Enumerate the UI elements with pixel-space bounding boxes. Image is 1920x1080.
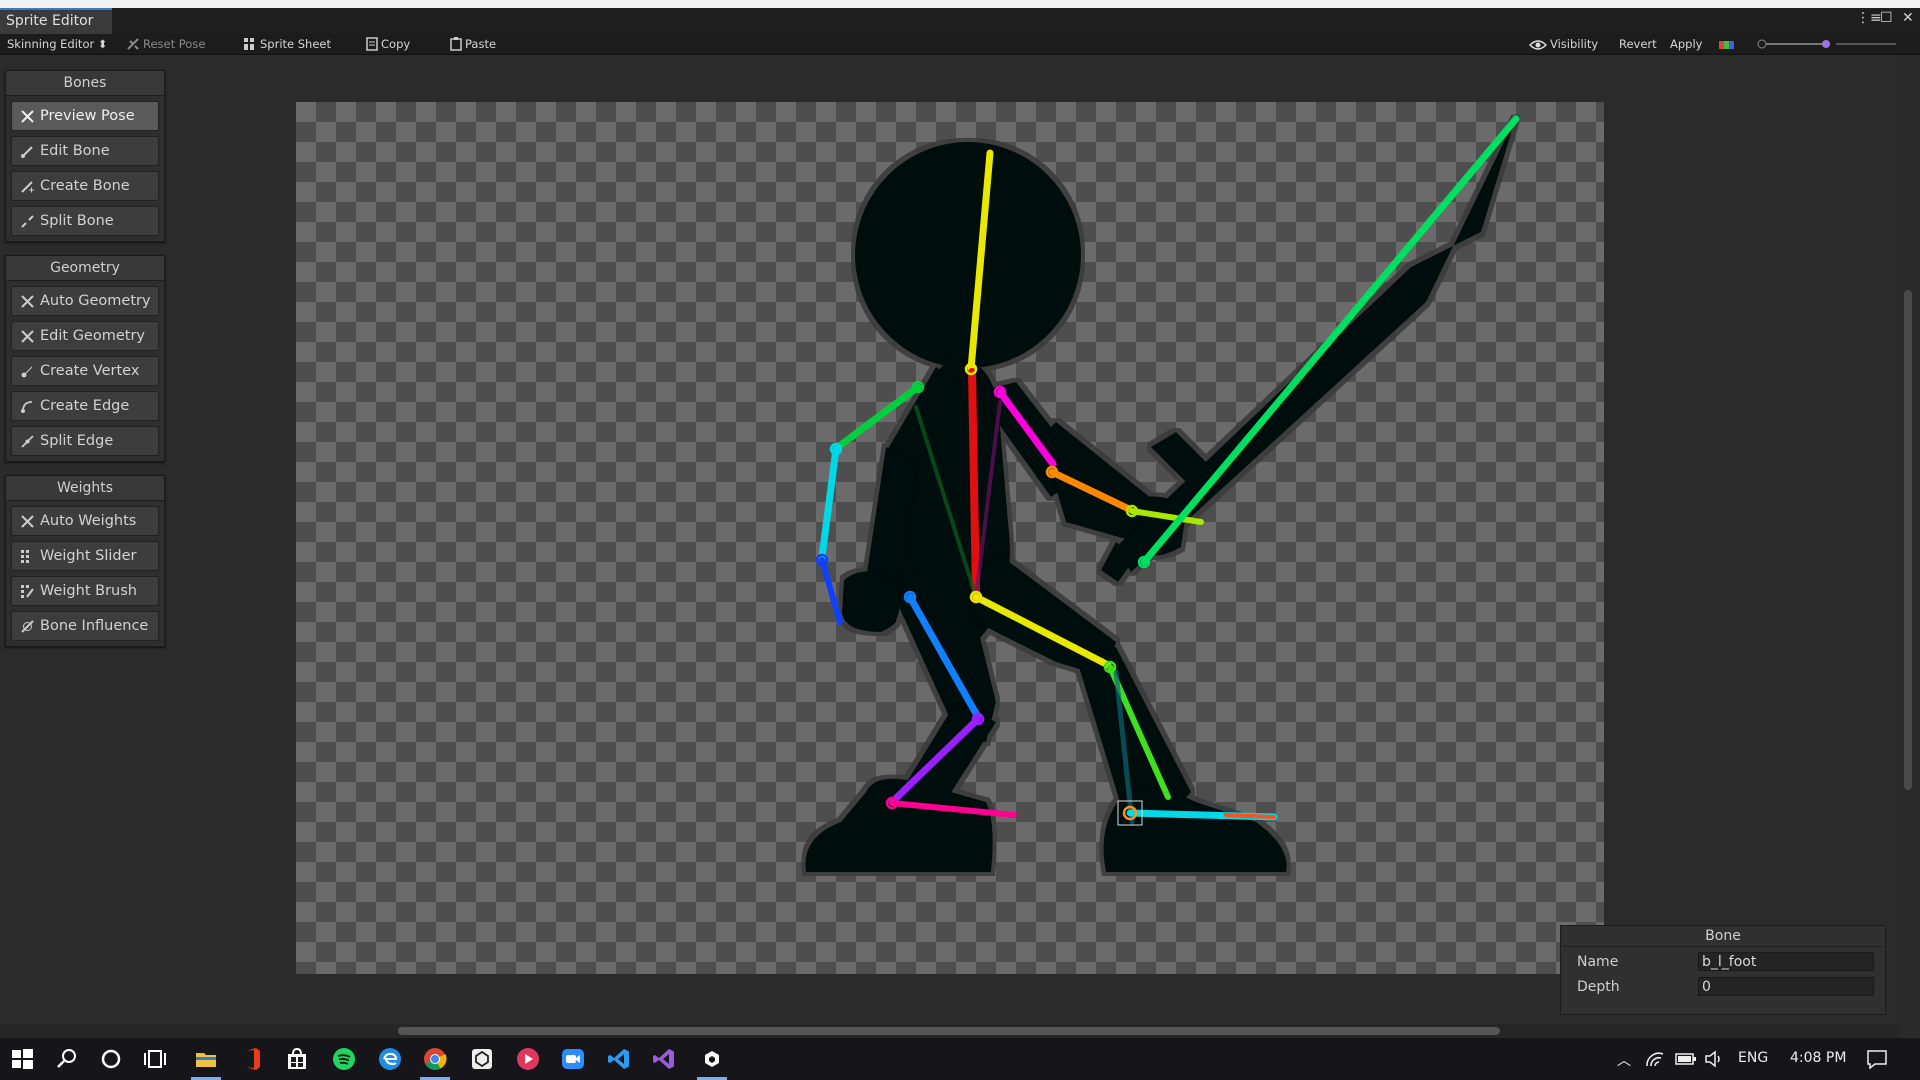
browser-top-strip — [0, 0, 1920, 8]
zoom-icon[interactable] — [561, 1047, 585, 1071]
weight-brush-icon — [21, 585, 34, 598]
reset-pose-icon — [127, 38, 139, 50]
vscode-icon[interactable] — [607, 1047, 631, 1071]
split-edge-icon — [21, 435, 34, 448]
zoom-slider[interactable] — [1756, 36, 1909, 52]
preview-pose-button[interactable]: Preview Pose — [11, 101, 159, 131]
bone-inspector-title: Bone — [1561, 926, 1885, 947]
edit-bone-icon — [21, 146, 33, 158]
auto-geometry-button[interactable]: Auto Geometry — [11, 286, 159, 316]
bone-depth-field[interactable]: 0 — [1698, 977, 1874, 996]
create-bone-icon — [21, 181, 34, 193]
search-icon[interactable] — [55, 1047, 79, 1071]
chrome-icon[interactable] — [423, 1047, 447, 1071]
horizontal-scroll-thumb[interactable] — [398, 1027, 1500, 1035]
volume-icon[interactable] — [1704, 1050, 1724, 1068]
office-icon[interactable] — [240, 1047, 264, 1071]
create-vertex-icon — [21, 366, 33, 378]
start-icon[interactable] — [10, 1047, 34, 1071]
apply-button[interactable]: Apply — [1670, 36, 1702, 52]
spotify-icon[interactable] — [332, 1047, 356, 1071]
auto-weights-icon — [21, 515, 34, 528]
unity-icon[interactable] — [700, 1047, 724, 1071]
auto-weights-button[interactable]: Auto Weights — [11, 506, 159, 536]
system-clock[interactable]: 4:08 PM — [1790, 1050, 1846, 1066]
bone-influence-icon — [21, 620, 34, 633]
menu-icon[interactable]: ⋮≡ — [1856, 10, 1882, 26]
create-vertex-button[interactable]: Create Vertex — [11, 356, 159, 386]
split-bone-button[interactable]: Split Bone — [11, 206, 159, 236]
create-edge-button[interactable]: Create Edge — [11, 391, 159, 421]
visual-studio-icon[interactable] — [652, 1047, 676, 1071]
stick-figure-silhouette — [805, 117, 1516, 872]
wifi-icon[interactable] — [1645, 1050, 1665, 1068]
color-toggle-icon[interactable] — [1718, 36, 1739, 52]
bone-depth-label: Depth — [1577, 979, 1620, 995]
edge-icon[interactable] — [378, 1047, 402, 1071]
copy-icon — [366, 37, 378, 51]
unity-hub-icon[interactable] — [470, 1047, 494, 1071]
split-bone-icon — [21, 215, 34, 228]
edit-geometry-button[interactable]: Edit Geometry — [11, 321, 159, 351]
create-bone-button[interactable]: Create Bone — [11, 171, 159, 201]
revert-button[interactable]: Revert — [1619, 36, 1657, 52]
weights-panel-title: Weights — [6, 476, 164, 501]
battery-icon[interactable] — [1675, 1052, 1697, 1066]
notifications-icon[interactable] — [1866, 1048, 1888, 1070]
eye-icon — [1528, 40, 1548, 50]
geometry-panel-title: Geometry — [6, 256, 164, 281]
split-edge-button[interactable]: Split Edge — [11, 426, 159, 456]
weight-slider-icon — [21, 550, 29, 563]
edit-geometry-icon — [21, 330, 34, 343]
copy-button[interactable]: Copy — [366, 36, 410, 52]
sprite-sheet-icon — [244, 38, 254, 50]
weight-brush-button[interactable]: Weight Brush — [11, 576, 159, 606]
preview-pose-icon — [21, 110, 34, 123]
task-view-icon[interactable] — [143, 1047, 167, 1071]
create-edge-icon — [21, 401, 33, 413]
mode-dropdown[interactable]: Skinning Editor ⬍ — [7, 36, 108, 52]
input-language[interactable]: ENG — [1738, 1050, 1768, 1066]
paste-icon — [450, 37, 462, 51]
tray-chevron-icon[interactable]: ︿ — [1617, 1050, 1631, 1070]
weights-panel: Weights Auto Weights Weight Slider Weigh… — [5, 475, 165, 647]
auto-geometry-icon — [21, 295, 34, 308]
bone-influence-button[interactable]: Bone Influence — [11, 611, 159, 641]
close-icon[interactable]: ✕ — [1902, 10, 1914, 26]
cast-app-icon[interactable] — [516, 1047, 540, 1071]
bone-inspector-panel: Bone Name b_l_foot Depth 0 — [1560, 925, 1886, 1015]
reset-pose-button[interactable]: Reset Pose — [126, 36, 205, 52]
cortana-icon[interactable] — [99, 1047, 123, 1071]
bone-name-label: Name — [1577, 954, 1619, 970]
weight-slider-button[interactable]: Weight Slider — [11, 541, 159, 571]
bones-panel-title: Bones — [6, 71, 164, 96]
edit-bone-button[interactable]: Edit Bone — [11, 136, 159, 166]
vertical-scroll-thumb[interactable] — [1904, 290, 1912, 790]
store-icon[interactable] — [285, 1047, 309, 1071]
window-tab[interactable]: Sprite Editor — [0, 8, 112, 34]
paste-button[interactable]: Paste — [450, 36, 496, 52]
bones-panel: Bones Preview Pose Edit Bone Create Bone… — [5, 70, 165, 242]
character-sprite — [805, 115, 1520, 872]
vertical-scrollbar[interactable] — [1902, 60, 1914, 1020]
sprite-sheet-button[interactable]: Sprite Sheet — [243, 36, 331, 52]
window-titlebar — [0, 8, 1920, 34]
file-explorer-icon[interactable] — [194, 1047, 218, 1071]
bone-name-field[interactable]: b_l_foot — [1698, 952, 1874, 971]
visibility-button[interactable]: Visibility — [1528, 36, 1598, 52]
geometry-panel: Geometry Auto Geometry Edit Geometry Cre… — [5, 255, 165, 462]
sprite-canvas[interactable] — [296, 102, 1604, 974]
horizontal-scrollbar[interactable] — [0, 1024, 1900, 1038]
maximize-icon[interactable]: ☐ — [1880, 10, 1893, 26]
